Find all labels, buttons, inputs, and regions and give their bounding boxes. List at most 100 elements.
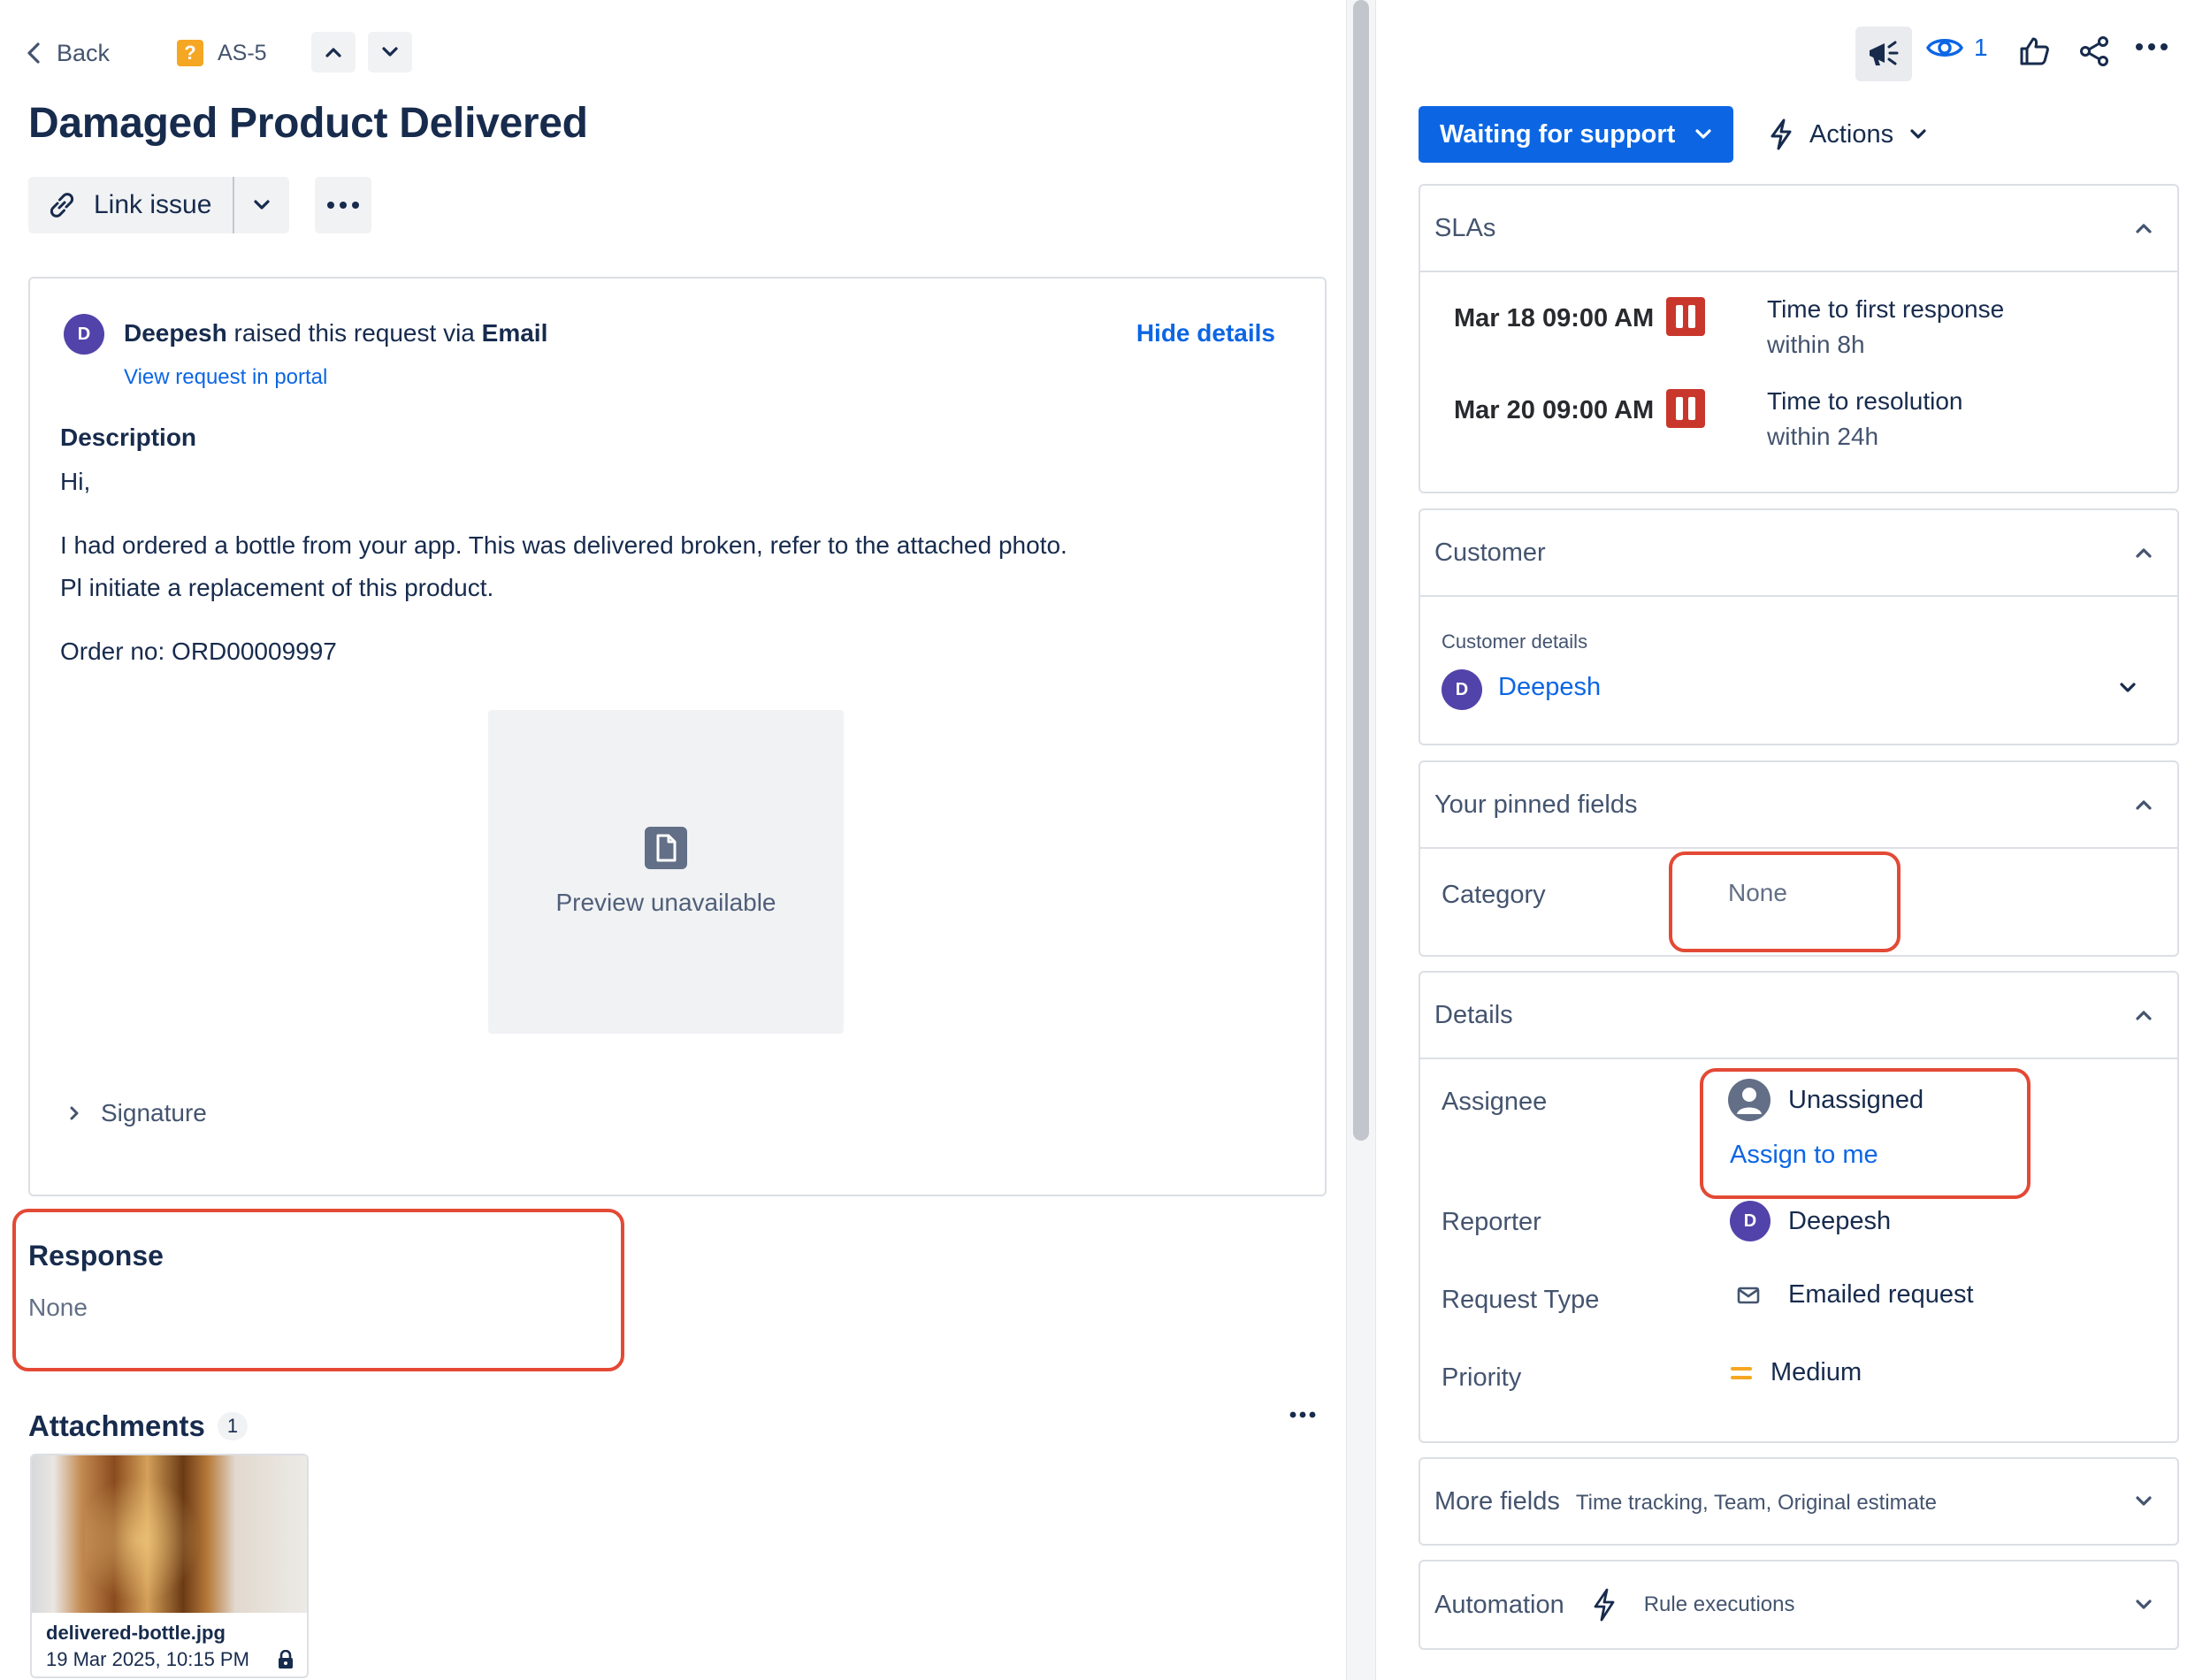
link-issue-button[interactable]: Link issue	[28, 177, 233, 233]
feedback-button[interactable]	[1855, 27, 1912, 81]
priority-field[interactable]: Medium	[1730, 1358, 1862, 1387]
file-icon	[645, 827, 687, 869]
share-button[interactable]	[2078, 35, 2110, 67]
sla-goal-target: within 24h	[1767, 423, 1879, 450]
response-highlight-box	[12, 1209, 624, 1371]
chevron-down-icon	[2135, 1495, 2153, 1508]
attachments-more-button[interactable]	[1289, 1411, 1316, 1418]
sla-item: Mar 20 09:00 AM Time to resolution withi…	[1454, 384, 1963, 454]
category-label: Category	[1442, 881, 1546, 909]
preview-unavailable-text: Preview unavailable	[555, 889, 776, 916]
more-horizontal-icon	[2135, 42, 2168, 51]
attachments-header: Attachments 1	[28, 1409, 249, 1443]
request-channel: Email	[481, 319, 548, 347]
pinned-fields-title: Your pinned fields	[1434, 790, 1638, 819]
attachment-thumbnail	[32, 1455, 307, 1613]
sla-date: Mar 18 09:00 AM	[1454, 304, 1655, 332]
priority-medium-icon	[1730, 1364, 1753, 1382]
pinned-fields-header[interactable]: Your pinned fields	[1420, 762, 2177, 847]
link-icon	[46, 189, 78, 221]
request-details-card: D Deepesh raised this request via Email …	[28, 277, 1327, 1196]
attachments-title: Attachments	[28, 1409, 205, 1442]
reporter-value: Deepesh	[1788, 1206, 1892, 1235]
previous-issue-button[interactable]	[311, 32, 356, 73]
watch-button[interactable]: 1	[1926, 34, 1988, 62]
chevron-down-icon	[2135, 1599, 2153, 1611]
category-highlight-box	[1669, 851, 1901, 952]
attachment-date: 19 Mar 2025, 10:15 PM	[46, 1648, 249, 1670]
lightning-icon	[1593, 1588, 1616, 1622]
attachment-card[interactable]: delivered-bottle.jpg 19 Mar 2025, 10:15 …	[30, 1454, 309, 1678]
signature-label: Signature	[101, 1099, 207, 1126]
request-type-field[interactable]: Emailed request	[1737, 1280, 1974, 1310]
hide-details-link[interactable]: Hide details	[1136, 319, 1275, 347]
sla-goal: Time to first response within 8h	[1767, 292, 2004, 363]
assignee-highlight-box	[1700, 1068, 2031, 1199]
attachments-count-badge: 1	[217, 1412, 249, 1440]
status-label: Waiting for support	[1440, 119, 1676, 149]
chevron-down-icon	[1909, 128, 1927, 141]
automation-header[interactable]: Automation Rule executions	[1420, 1562, 2177, 1648]
avatar: D	[64, 314, 104, 355]
chevron-down-icon	[381, 46, 399, 58]
request-type-value: Emailed request	[1788, 1280, 1974, 1309]
envelope-icon	[1737, 1287, 1760, 1304]
like-button[interactable]	[2018, 35, 2050, 67]
chevron-down-icon[interactable]	[2119, 682, 2137, 694]
request-type-label: Request Type	[1442, 1286, 1600, 1314]
description-line: Hi,	[60, 468, 91, 495]
eye-icon	[1926, 34, 1963, 61]
back-button[interactable]: Back	[27, 35, 110, 71]
question-mark-icon: ?	[177, 40, 203, 66]
more-fields-panel: More fields Time tracking, Team, Origina…	[1419, 1457, 2179, 1546]
customer-header[interactable]: Customer	[1420, 510, 2177, 595]
pause-icon	[1666, 297, 1705, 336]
avatar: D	[1442, 669, 1482, 710]
view-request-in-portal-link[interactable]: View request in portal	[124, 365, 327, 390]
sla-goal-name: Time to first response	[1767, 295, 2005, 323]
status-dropdown-button[interactable]: Waiting for support	[1419, 106, 1733, 163]
details-panel: Details Assignee Unassigned Assign to me…	[1419, 971, 2179, 1443]
issue-key: AS-5	[218, 40, 267, 65]
chevron-up-icon	[2135, 1009, 2153, 1021]
link-issue-label: Link issue	[94, 190, 212, 219]
slas-title: SLAs	[1434, 213, 1496, 242]
megaphone-icon	[1867, 38, 1901, 70]
description-line: Order no: ORD00009997	[60, 638, 337, 665]
sla-goal: Time to resolution within 24h	[1767, 384, 1963, 454]
chevron-up-icon	[2135, 546, 2153, 559]
chevron-left-icon	[27, 42, 41, 65]
scrollbar-thumb[interactable]	[1353, 0, 1369, 1141]
attachment-preview[interactable]: Preview unavailable	[488, 710, 844, 1034]
more-fields-header[interactable]: More fields Time tracking, Team, Origina…	[1420, 1459, 2177, 1544]
attachment-name: delivered-bottle.jpg	[46, 1622, 226, 1644]
more-horizontal-icon	[326, 201, 360, 210]
slas-header[interactable]: SLAs	[1420, 186, 2177, 271]
signature-toggle[interactable]: Signature	[69, 1099, 207, 1127]
priority-label: Priority	[1442, 1363, 1522, 1392]
slas-panel: SLAs Mar 18 09:00 AM Time to first respo…	[1419, 184, 2179, 493]
customer-panel: Customer Customer details D Deepesh	[1419, 508, 2179, 745]
sla-goal-name: Time to resolution	[1767, 387, 1963, 415]
automation-title: Automation	[1434, 1590, 1564, 1619]
raiser-name: Deepesh	[124, 319, 227, 347]
link-issue-dropdown-button[interactable]	[233, 177, 290, 233]
issue-key-breadcrumb[interactable]: ? AS-5	[177, 35, 267, 71]
next-issue-button[interactable]	[368, 32, 412, 73]
more-actions-button[interactable]	[315, 177, 371, 233]
assignee-label: Assignee	[1442, 1088, 1548, 1116]
description-line: I had ordered a bottle from your app. Th…	[60, 531, 1067, 559]
issue-title[interactable]: Damaged Product Delivered	[28, 99, 588, 148]
back-label: Back	[57, 39, 111, 66]
reporter-field[interactable]: D Deepesh	[1730, 1201, 1891, 1241]
chevron-down-icon	[1694, 128, 1712, 141]
more-options-button[interactable]	[2135, 42, 2168, 51]
actions-dropdown-button[interactable]: Actions	[1769, 106, 1927, 163]
details-header[interactable]: Details	[1420, 973, 2177, 1058]
details-title: Details	[1434, 1000, 1513, 1029]
thumbs-up-icon	[2018, 35, 2050, 67]
more-fields-title: More fields	[1434, 1486, 1560, 1516]
chevron-right-icon	[69, 1105, 80, 1121]
sla-goal-target: within 8h	[1767, 331, 1865, 358]
customer-name-link[interactable]: Deepesh	[1498, 673, 1601, 702]
